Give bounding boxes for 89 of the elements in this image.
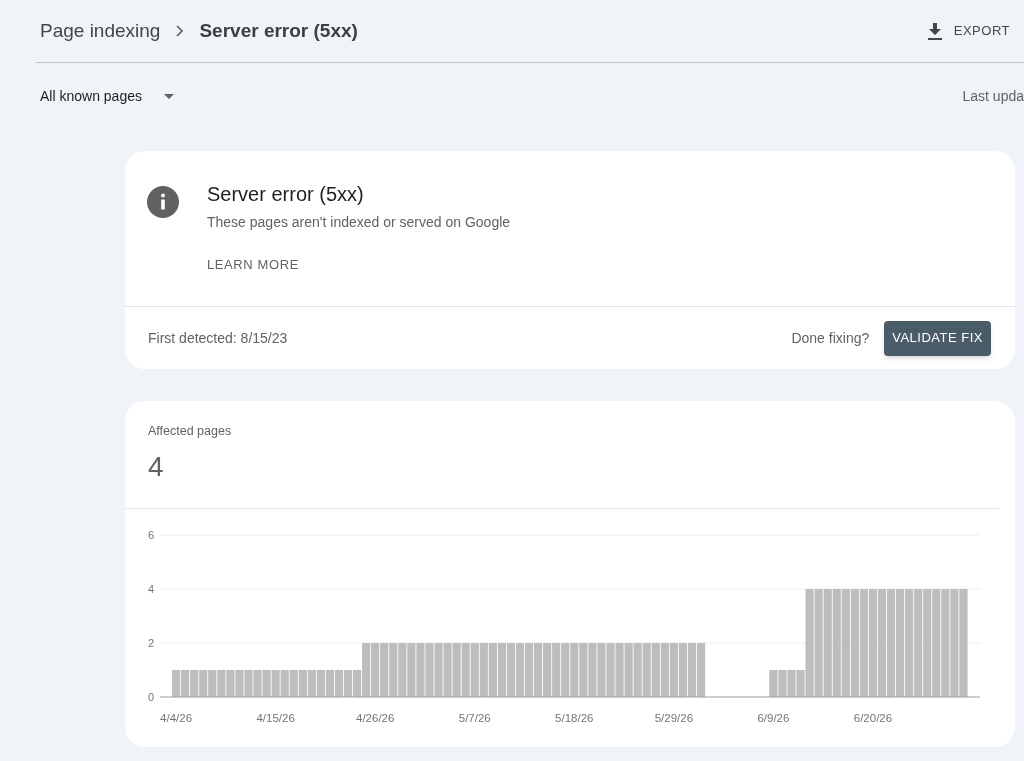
chart-bar — [479, 643, 488, 697]
chart-bar — [244, 670, 253, 697]
chart-bar — [543, 643, 552, 697]
y-axis-label: 2 — [148, 637, 155, 649]
caret-icon — [163, 93, 174, 99]
first-detected-text: First detected: 8/15/23 — [148, 328, 288, 348]
chart-bar — [524, 643, 534, 697]
chart-bar — [199, 670, 208, 697]
chart-bar — [217, 670, 226, 697]
chart-bar — [651, 643, 660, 697]
chart-bar — [190, 670, 199, 697]
chart-bar — [443, 643, 452, 697]
chart-bar — [289, 670, 298, 697]
chart-bar — [552, 643, 561, 697]
x-axis-label: 4/26/26 — [356, 712, 395, 724]
y-axis-label: 6 — [148, 529, 155, 541]
chart-bar — [597, 643, 606, 697]
chart-bar — [271, 670, 280, 697]
chart-bar — [669, 643, 678, 697]
chart-bar — [253, 670, 262, 697]
chart-bar — [633, 643, 642, 697]
issue-description: These pages aren't indexed or served on Google — [207, 213, 511, 232]
x-axis-label: 4/15/26 — [256, 712, 295, 724]
chart-bar — [615, 643, 624, 697]
chart-bar — [416, 643, 425, 697]
chart-bar — [497, 643, 506, 697]
chart-bar — [778, 670, 787, 697]
chart-bar — [262, 670, 271, 697]
chart-bar — [579, 643, 588, 697]
chart-bar — [461, 643, 470, 697]
chart-bar — [389, 643, 398, 697]
y-axis-label: 0 — [148, 691, 155, 703]
download-icon — [927, 22, 942, 40]
chart-bar — [298, 670, 307, 697]
chart-bar — [506, 643, 516, 697]
chart-bar — [696, 643, 706, 697]
issue-title: Server error (5xx) — [207, 182, 364, 207]
chevron-right-icon — [176, 25, 184, 37]
chart-bar — [316, 670, 325, 697]
chart-bar — [488, 643, 497, 697]
chart-bar — [334, 670, 344, 697]
done-fixing-text: Done fixing? — [791, 328, 870, 348]
x-axis-label: 5/7/26 — [458, 712, 491, 724]
chart-bar — [624, 643, 633, 697]
chart-bar — [325, 670, 335, 697]
chart-bar — [280, 670, 289, 697]
chart-bar — [660, 643, 669, 697]
x-axis-label: 6/9/26 — [757, 712, 790, 724]
info-icon — [147, 186, 179, 218]
validate-fix-button[interactable]: VALIDATE FIX — [884, 320, 991, 356]
chart-bar — [425, 643, 434, 697]
x-axis-label: 5/18/26 — [555, 712, 594, 724]
chart-bar — [226, 670, 235, 697]
chart-bar — [172, 670, 181, 697]
affected-pages-count: 4 — [148, 450, 164, 484]
chart-bar — [181, 670, 190, 697]
chart-bar — [470, 643, 479, 697]
chart-bar — [570, 643, 579, 697]
y-axis-label: 4 — [148, 583, 155, 595]
x-axis-label: 5/29/26 — [654, 712, 694, 724]
chart-bar — [588, 643, 597, 697]
page-title: Server error (5xx) — [199, 18, 358, 43]
chart-bar — [787, 670, 796, 697]
chart-bar — [208, 670, 217, 697]
chart-bar — [534, 643, 543, 697]
chart-bar — [371, 643, 380, 697]
chart-bar — [515, 643, 525, 697]
last-updated-text: Last upda — [962, 86, 1024, 106]
chart-bar — [407, 643, 416, 697]
chart-bar — [343, 670, 353, 697]
chart-bar — [678, 643, 687, 697]
export-button[interactable]: EXPORT — [927, 13, 1010, 49]
x-axis-label: 6/20/26 — [853, 712, 893, 724]
chart-bar — [561, 643, 570, 697]
affected-pages-label: Affected pages — [148, 423, 232, 439]
chart-bar — [307, 670, 316, 697]
chart-bar — [452, 643, 461, 697]
x-axis-label: 4/4/26 — [160, 712, 193, 724]
chart-bar — [687, 643, 697, 697]
breadcrumb-link[interactable]: Page indexing — [40, 16, 161, 46]
chart-bar — [769, 670, 778, 697]
learn-more-link[interactable]: LEARN MORE — [207, 247, 299, 283]
chart-bar — [434, 643, 443, 697]
chart-bar — [398, 643, 407, 697]
chart-bar — [380, 643, 389, 697]
chart-bar — [642, 643, 651, 697]
filter-dropdown[interactable]: All known pages — [40, 78, 174, 114]
chart-bar — [235, 670, 244, 697]
chart-bar — [606, 643, 615, 697]
